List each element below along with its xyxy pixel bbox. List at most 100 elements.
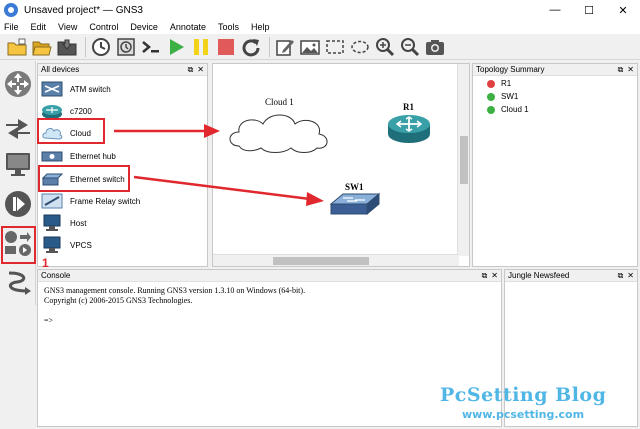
new-project-icon[interactable] [6,36,28,58]
scroll-thumb[interactable] [273,257,369,265]
topology-summary-title: Topology Summary [476,65,545,74]
close-panel-icon[interactable]: ✕ [197,65,204,75]
start-icon[interactable] [165,36,187,58]
console-prompt: => [44,316,54,325]
float-icon[interactable]: ⧉ [618,271,624,281]
device-host[interactable]: Host [40,212,205,234]
canvas-horizontal-scrollbar[interactable] [213,254,459,266]
topology-item-label: SW1 [501,92,519,101]
minimize-button[interactable]: — [538,0,572,20]
add-link-icon[interactable] [3,267,33,297]
pcsetting-watermark: PcSetting Blog www.pcsetting.com [440,384,636,426]
float-icon[interactable]: ⧉ [618,65,624,75]
end-devices-category-icon[interactable] [3,149,33,179]
menu-tools[interactable]: Tools [218,22,239,32]
pause-icon[interactable] [190,36,212,58]
all-devices-highlight-box [1,226,36,264]
running-status-icon [487,105,495,114]
topology-summary-header: Topology Summary ⧉ ✕ [473,64,637,76]
title-bar: Unsaved project* — GNS3 — ☐ ✕ [0,0,640,20]
image-icon[interactable] [299,36,321,58]
device-frame-relay-switch[interactable]: Frame Relay switch [40,190,205,212]
note-icon[interactable] [274,36,296,58]
console-panel-title: Console [41,271,71,280]
float-icon[interactable]: ⧉ [188,65,194,75]
jungle-newsfeed-header: Jungle Newsfeed ⧉ ✕ [505,270,637,282]
device-ethernet-hub[interactable]: Ethernet hub [40,145,205,167]
console-icon[interactable] [140,36,162,58]
clock-icon[interactable] [90,36,112,58]
device-atm-switch[interactable]: ATM switch [40,78,205,100]
vpcs-icon [40,235,64,255]
topology-canvas[interactable]: Cloud 1 R1 SW1 [212,63,470,267]
device-label: Frame Relay switch [70,196,141,206]
canvas-vertical-scrollbar[interactable] [457,64,469,256]
ethernet-hub-icon [40,146,64,166]
close-panel-icon[interactable]: ✕ [627,65,634,75]
ethernet-switch-highlight-box [38,165,130,192]
topology-item-label: R1 [501,79,512,88]
menu-control[interactable]: Control [89,22,118,32]
topology-item-r1[interactable]: R1 [473,78,637,89]
menu-view[interactable]: View [58,22,77,32]
topology-item-sw1[interactable]: SW1 [473,91,637,102]
device-label: Host [70,218,87,228]
toolbar-separator [269,36,270,57]
window-controls: — ☐ ✕ [538,0,640,20]
device-category-bar [0,61,36,305]
rectangle-icon[interactable] [324,36,346,58]
menu-edit[interactable]: Edit [31,22,47,32]
snapshot-icon[interactable] [115,36,137,58]
atm-switch-icon [40,79,64,99]
console-panel-header: Console ⧉ ✕ [38,270,501,282]
watermark-url: www.pcsetting.com [462,408,585,421]
close-panel-icon[interactable]: ✕ [491,271,498,281]
ellipse-icon[interactable] [349,36,371,58]
close-button[interactable]: ✕ [606,0,640,20]
menu-annotate[interactable]: Annotate [170,22,206,32]
cloud-highlight-box [37,118,105,144]
scroll-thumb[interactable] [460,136,468,184]
running-status-icon [487,92,495,101]
devices-panel-title: All devices [41,65,80,74]
menu-file[interactable]: File [4,22,19,32]
console-output[interactable]: GNS3 management console. Running GNS3 ve… [38,282,501,330]
window-title: Unsaved project* — GNS3 [24,4,143,16]
cloud-node-label: Cloud 1 [265,97,294,107]
float-icon[interactable]: ⧉ [482,271,488,281]
routers-category-icon[interactable] [3,69,33,99]
zoom-in-icon[interactable] [374,36,396,58]
menu-bar: File Edit View Control Device Annotate T… [0,20,640,34]
console-panel: Console ⧉ ✕ GNS3 management console. Run… [37,269,502,427]
console-line: Copyright (c) 2006-2015 GNS3 Technologie… [44,296,193,305]
stopped-status-icon [487,79,495,88]
menu-help[interactable]: Help [251,22,270,32]
maximize-button[interactable]: ☐ [572,0,606,20]
stop-icon[interactable] [215,36,237,58]
reload-icon[interactable] [240,36,262,58]
close-panel-icon[interactable]: ✕ [627,271,634,281]
device-vpcs[interactable]: VPCS [40,234,205,256]
gns3-app-icon [4,3,18,17]
toolbar-separator [85,36,86,57]
switch-node[interactable] [329,192,381,216]
device-label: c7200 [70,106,92,116]
router-node-label: R1 [403,102,414,112]
open-project-icon[interactable] [31,36,53,58]
screenshot-icon[interactable] [424,36,446,58]
save-project-icon[interactable] [56,36,78,58]
switch-node-label: SW1 [345,182,364,192]
cloud-node[interactable] [225,108,333,154]
zoom-out-icon[interactable] [399,36,421,58]
step-number-label: 1 [42,256,49,270]
switches-category-icon[interactable] [3,113,33,143]
router-node[interactable] [387,112,431,144]
devices-panel-header: All devices ⧉ ✕ [38,64,207,76]
menu-device[interactable]: Device [130,22,158,32]
device-label: ATM switch [70,84,111,94]
topology-item-cloud1[interactable]: Cloud 1 [473,104,637,115]
watermark-title: PcSetting Blog [440,384,607,406]
security-devices-category-icon[interactable] [3,189,33,219]
topology-item-label: Cloud 1 [501,105,529,114]
